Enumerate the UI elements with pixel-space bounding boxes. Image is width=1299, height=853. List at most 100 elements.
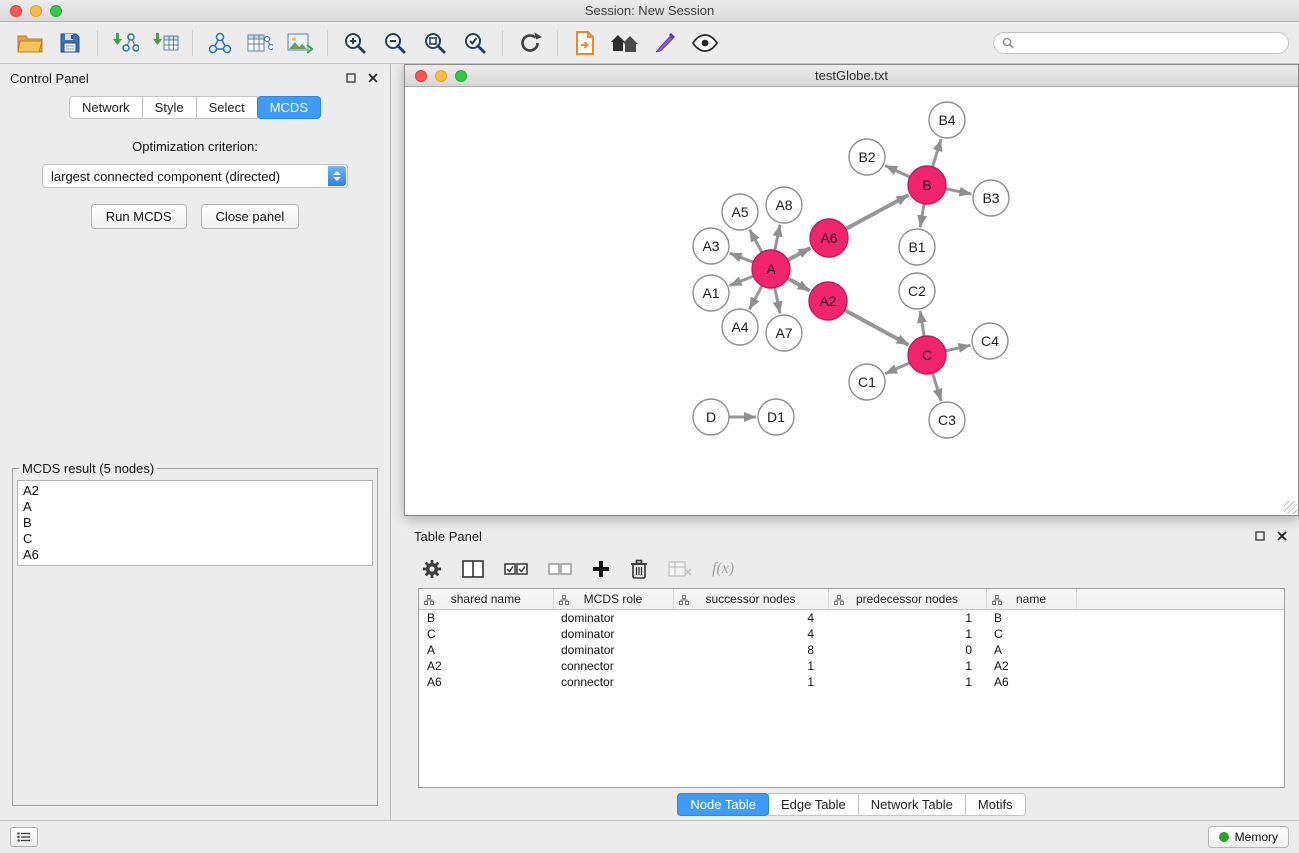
import-network-button[interactable] [105, 26, 145, 60]
control-tab-mcds[interactable]: MCDS [257, 96, 321, 119]
show-hide-button[interactable] [685, 26, 725, 60]
column-header-successor-nodes[interactable]: successor nodes [673, 589, 828, 609]
edge-A-A7[interactable] [775, 288, 780, 314]
float-table-panel-button[interactable] [1253, 529, 1267, 543]
optimization-criterion-dropdown[interactable]: largest connected component (directed) [42, 164, 348, 188]
graph-node-C[interactable]: C [908, 336, 946, 374]
graph-node-C3[interactable]: C3 [929, 402, 965, 438]
deselect-all-button[interactable] [548, 562, 572, 576]
zoom-out-button[interactable] [375, 26, 415, 60]
float-panel-button[interactable] [344, 71, 358, 85]
graph-node-B[interactable]: B [908, 166, 946, 204]
column-header-predecessor-nodes[interactable]: predecessor nodes [828, 589, 986, 609]
graph-node-A7[interactable]: A7 [766, 315, 802, 351]
table-row[interactable]: Cdominator41C [419, 626, 1284, 642]
edge-C-C2[interactable] [920, 311, 924, 336]
graph-node-A3[interactable]: A3 [693, 228, 729, 264]
edge-C-C1[interactable] [885, 363, 910, 374]
run-mcds-button[interactable]: Run MCDS [91, 204, 187, 229]
edge-A-A8[interactable] [775, 225, 780, 251]
table-row[interactable]: Adominator80A [419, 642, 1284, 658]
minimize-window-button[interactable] [30, 5, 42, 17]
graph-node-B2[interactable]: B2 [849, 139, 885, 175]
edge-A2-C[interactable] [845, 310, 909, 345]
zoom-window-button[interactable] [50, 5, 62, 17]
edge-A-A2[interactable] [788, 278, 810, 290]
delete-row-button[interactable] [630, 559, 648, 579]
edge-A6-B[interactable] [846, 195, 909, 229]
table-settings-button[interactable] [422, 559, 442, 579]
graph-node-D[interactable]: D [693, 399, 729, 435]
mcds-result-item[interactable]: B [23, 515, 367, 531]
add-column-button[interactable] [592, 560, 610, 578]
control-tab-network[interactable]: Network [69, 96, 143, 119]
network-zoom-button[interactable] [455, 70, 467, 82]
memory-button[interactable]: Memory [1208, 826, 1289, 848]
edge-A-A1[interactable] [730, 276, 754, 286]
graph-node-C1[interactable]: C1 [849, 364, 885, 400]
resize-grip[interactable] [1284, 501, 1297, 514]
close-panel-button-2[interactable]: Close panel [201, 204, 300, 229]
mcds-result-item[interactable]: A [23, 499, 367, 515]
new-network-button[interactable] [200, 26, 240, 60]
edge-A-A5[interactable] [750, 230, 762, 253]
open-session-button[interactable] [10, 26, 50, 60]
export-image-button[interactable] [280, 26, 320, 60]
graph-node-D1[interactable]: D1 [758, 399, 794, 435]
graph-node-A6[interactable]: A6 [810, 219, 848, 257]
column-header-shared-name[interactable]: shared name [419, 589, 553, 609]
delete-column-button[interactable] [668, 561, 692, 577]
mcds-result-item[interactable]: C [23, 531, 367, 547]
edge-B-B3[interactable] [946, 189, 972, 194]
mcds-result-item[interactable]: A2 [23, 483, 367, 499]
column-visibility-button[interactable] [462, 560, 484, 578]
graph-node-A5[interactable]: A5 [722, 194, 758, 230]
table-tab-node-table[interactable]: Node Table [677, 793, 769, 816]
graph-node-B3[interactable]: B3 [973, 180, 1009, 216]
table-tab-edge-table[interactable]: Edge Table [768, 793, 859, 816]
zoom-fit-button[interactable] [415, 26, 455, 60]
network-close-button[interactable] [415, 70, 427, 82]
column-header-MCDS-role[interactable]: MCDS role [553, 589, 673, 609]
control-tab-style[interactable]: Style [142, 96, 197, 119]
graph-node-A1[interactable]: A1 [693, 275, 729, 311]
graph-node-C2[interactable]: C2 [899, 273, 935, 309]
table-row[interactable]: A2connector11A2 [419, 658, 1284, 674]
edge-A-A3[interactable] [730, 253, 754, 262]
mcds-result-item[interactable]: A6 [23, 547, 367, 563]
new-table-button[interactable] [240, 26, 280, 60]
graph-node-A4[interactable]: A4 [722, 309, 758, 345]
select-all-button[interactable] [504, 562, 528, 576]
edge-B-B4[interactable] [933, 139, 942, 167]
control-tab-select[interactable]: Select [196, 96, 258, 119]
edge-B-B2[interactable] [885, 166, 910, 178]
edge-A-A4[interactable] [749, 286, 762, 310]
save-session-button[interactable] [50, 26, 90, 60]
apply-layout-button[interactable] [510, 26, 550, 60]
table-tab-network-table[interactable]: Network Table [858, 793, 966, 816]
table-row[interactable]: Bdominator41B [419, 609, 1284, 626]
import-table-button[interactable] [145, 26, 185, 60]
first-neighbors-button[interactable] [605, 26, 645, 60]
graph-node-A[interactable]: A [752, 250, 790, 288]
graph-node-C4[interactable]: C4 [972, 323, 1008, 359]
graph-node-B4[interactable]: B4 [929, 102, 965, 138]
graph-node-A2[interactable]: A2 [809, 282, 847, 320]
column-header-name[interactable]: name [986, 589, 1076, 609]
search-input[interactable] [1019, 36, 1280, 50]
table-row[interactable]: A6connector11A6 [419, 674, 1284, 690]
zoom-selected-button[interactable] [455, 26, 495, 60]
function-builder-button[interactable]: f(x) [712, 560, 734, 578]
edge-C-C3[interactable] [933, 373, 942, 401]
close-table-panel-button[interactable] [1275, 529, 1289, 543]
task-history-button[interactable] [10, 827, 38, 847]
close-panel-button[interactable] [366, 71, 380, 85]
edge-B-B1[interactable] [920, 204, 924, 228]
network-canvas[interactable]: B4B2BB3A5A8A6B1A3AC2A1A2A4A7C4CC1C3DD1 [405, 87, 1298, 515]
edge-C-C4[interactable] [946, 345, 971, 351]
open-network-document-button[interactable] [565, 26, 605, 60]
graph-node-A8[interactable]: A8 [766, 187, 802, 223]
style-brush-button[interactable] [645, 26, 685, 60]
table-tab-motifs[interactable]: Motifs [965, 793, 1026, 816]
close-window-button[interactable] [10, 5, 22, 17]
